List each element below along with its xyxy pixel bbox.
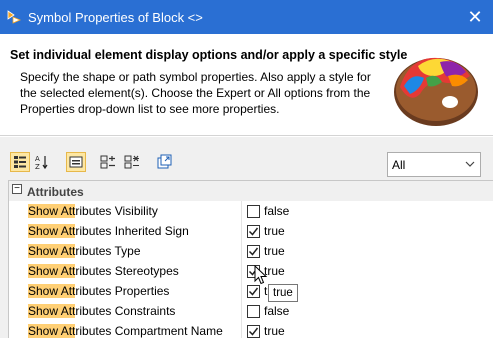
search-highlight: Show Att <box>28 324 76 338</box>
property-checkbox[interactable] <box>247 285 260 298</box>
column-divider <box>241 261 242 281</box>
column-divider <box>241 201 242 221</box>
property-row[interactable]: Show Attributes Type true <box>27 241 493 261</box>
property-name: Show Attributes Inherited Sign <box>27 221 240 241</box>
properties-mode-value: All <box>392 158 406 172</box>
property-row[interactable]: Show Attributes Compartment Name true <box>27 321 493 338</box>
property-value[interactable]: true <box>246 241 493 261</box>
property-name: Show Attributes Compartment Name <box>27 321 240 338</box>
property-name-rest: ributes Stereotypes <box>75 264 179 278</box>
property-value-text: false <box>264 304 290 318</box>
checkmark-icon <box>248 287 259 296</box>
close-icon[interactable]: ✕ <box>463 5 487 29</box>
property-value[interactable]: false <box>246 201 493 221</box>
property-value-text: true <box>264 224 285 238</box>
property-row[interactable]: Show Attributes Visibility false <box>27 201 493 221</box>
property-name-rest: ributes Properties <box>75 284 170 298</box>
header-description: Specify the shape or path symbol propert… <box>20 70 371 116</box>
column-divider <box>241 281 242 301</box>
palette-icon <box>394 57 478 126</box>
collapse-all-icon[interactable] <box>122 152 142 172</box>
property-row[interactable]: Show Attributes Constraints false <box>27 301 493 321</box>
checkmark-icon <box>248 327 259 336</box>
column-divider <box>241 221 242 241</box>
expand-all-icon[interactable] <box>98 152 118 172</box>
search-highlight: Show Att <box>28 224 76 238</box>
filter-icon[interactable] <box>66 152 86 172</box>
property-value-text: true <box>264 244 285 258</box>
property-name: Show Attributes Type <box>27 241 240 261</box>
property-name: Show Attributes Properties <box>27 281 240 301</box>
property-value[interactable]: true <box>246 221 493 241</box>
column-divider <box>241 241 242 261</box>
property-checkbox[interactable] <box>247 305 260 318</box>
property-value[interactable]: false <box>246 301 493 321</box>
header-title: Set individual element display options a… <box>10 48 408 62</box>
search-highlight: Show Att <box>28 244 76 258</box>
property-name-rest: ributes Type <box>75 244 141 258</box>
property-checkbox[interactable] <box>247 325 260 338</box>
property-name: Show Attributes Stereotypes <box>27 261 240 281</box>
column-divider <box>241 301 242 321</box>
property-checkbox[interactable] <box>247 245 260 258</box>
search-highlight: Show Att <box>28 284 76 298</box>
property-grid: − Attributes Show Attributes Visibility … <box>8 180 493 338</box>
property-name: Show Attributes Constraints <box>27 301 240 321</box>
symbol-properties-icon <box>7 10 22 24</box>
properties-mode-select[interactable]: All <box>387 152 481 177</box>
search-highlight: Show Att <box>28 264 76 278</box>
chevron-down-icon <box>465 161 475 167</box>
property-name-rest: ributes Inherited Sign <box>75 224 189 238</box>
tooltip: true <box>268 284 298 302</box>
checkmark-icon <box>248 247 259 256</box>
collapse-section-icon[interactable]: − <box>12 184 22 194</box>
window-title: Symbol Properties of Block <> <box>28 10 203 25</box>
search-highlight: Show Att <box>28 304 76 318</box>
search-highlight: Show Att <box>28 204 76 218</box>
categorized-view-icon[interactable] <box>10 152 30 172</box>
property-value-text: t <box>264 284 268 298</box>
checkmark-icon <box>248 227 259 236</box>
property-row[interactable]: Show Attributes Inherited Sign true <box>27 221 493 241</box>
property-checkbox[interactable] <box>247 205 260 218</box>
property-name: Show Attributes Visibility <box>27 201 240 221</box>
property-value[interactable]: true <box>246 321 493 338</box>
property-name-rest: ributes Compartment Name <box>75 324 223 338</box>
section-attributes[interactable]: − Attributes <box>9 181 493 201</box>
property-name-rest: ributes Constraints <box>75 304 176 318</box>
property-value-text: true <box>264 324 285 338</box>
property-name-rest: ributes Visibility <box>75 204 158 218</box>
sort-alphabetical-icon[interactable]: AZ <box>32 152 52 172</box>
mouse-cursor-icon <box>254 265 268 285</box>
dialog-header: Set individual element display options a… <box>0 34 493 136</box>
svg-text:Z: Z <box>35 163 40 170</box>
property-checkbox[interactable] <box>247 225 260 238</box>
column-divider <box>241 321 242 338</box>
property-value[interactable]: true <box>246 261 493 281</box>
title-bar: Symbol Properties of Block <> ✕ <box>0 0 493 34</box>
property-value-text: false <box>264 204 290 218</box>
svg-text:A: A <box>35 155 40 163</box>
open-in-new-window-icon[interactable] <box>155 152 175 172</box>
section-label: Attributes <box>27 185 84 199</box>
